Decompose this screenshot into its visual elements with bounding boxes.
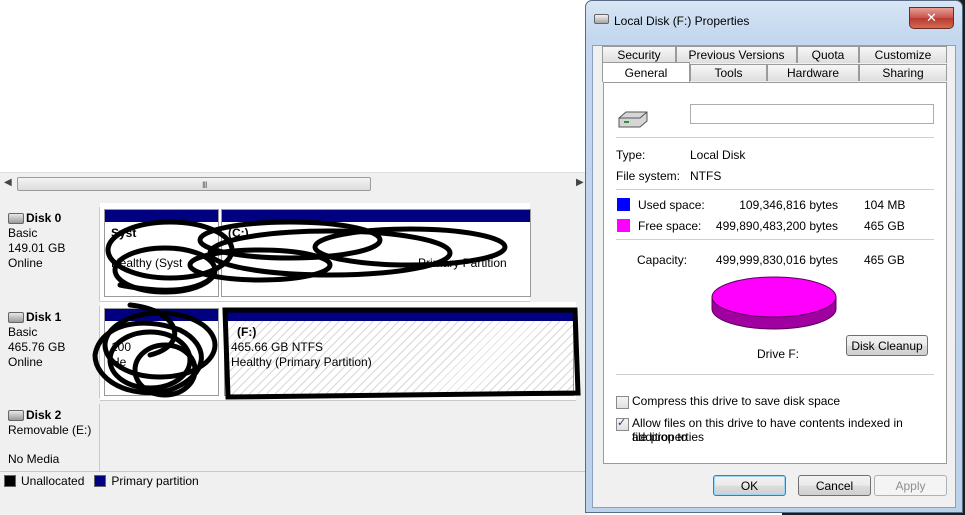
properties-dialog: Local Disk (F:) Properties ✕ Security Pr… <box>585 0 963 513</box>
partition-status: Primary Partition <box>418 256 507 270</box>
used-space-bytes: 109,346,816 bytes <box>739 198 838 212</box>
tab-general[interactable]: General <box>602 62 690 82</box>
legend-bar: Unallocated Primary partition <box>0 471 588 489</box>
partition-title: Syst <box>111 226 137 240</box>
cancel-button[interactable]: Cancel <box>798 475 871 496</box>
disk-name: Disk 2 <box>26 408 62 422</box>
compress-label: Compress this drive to save disk space <box>632 394 841 408</box>
capacity-short: 465 GB <box>864 253 905 267</box>
dialog-client: Security Previous Versions Quota Customi… <box>592 45 956 508</box>
partition-title: (F:) <box>237 325 257 339</box>
free-space-label: Free space: <box>638 219 702 233</box>
separator <box>616 189 934 190</box>
general-panel: Type: Local Disk File system: NTFS Used … <box>603 82 947 464</box>
disk-type: Basic <box>8 325 38 339</box>
file-system-value: NTFS <box>690 169 722 183</box>
volume-label-input[interactable] <box>690 104 934 124</box>
partition-status: Healthy (Syst <box>111 256 183 270</box>
disk-cleanup-button[interactable]: Disk Cleanup <box>846 335 928 356</box>
partition-size: 465.66 GB NTFS <box>231 340 324 354</box>
hard-disk-icon <box>8 312 24 323</box>
partition-title: (C:) <box>228 226 249 240</box>
hard-disk-icon <box>8 213 24 224</box>
file-system-label: File system: <box>616 169 681 183</box>
legend-primary: Primary partition <box>94 473 199 488</box>
tab-previous-versions[interactable]: Previous Versions <box>676 46 797 63</box>
capacity-bytes: 499,999,830,016 bytes <box>715 253 838 267</box>
separator <box>616 374 934 375</box>
tab-sharing[interactable]: Sharing <box>859 64 947 81</box>
partition-system-reserved[interactable]: Syst Healthy (Syst <box>104 209 219 297</box>
type-value: Local Disk <box>690 148 746 162</box>
primary-swatch <box>94 474 107 487</box>
disk-1-partitions: 100 He (F:) 465.66 GB NTFS Healthy (Primary… <box>100 302 576 401</box>
partition-c[interactable]: (C:) Primary Partition <box>221 209 531 297</box>
disk-status: No Media <box>8 452 60 466</box>
scroll-left-arrow-icon[interactable]: ◀ <box>4 177 12 188</box>
free-space-bytes: 499,890,483,200 bytes <box>715 219 838 233</box>
disk-name: Disk 0 <box>26 211 62 225</box>
disk-usage-pie <box>711 276 837 330</box>
disk-2-label[interactable]: Disk 2 Removable (E:) No Media <box>0 404 100 471</box>
used-space-swatch <box>617 198 630 211</box>
partition-size: 100 <box>111 340 132 354</box>
used-space-short: 104 MB <box>864 198 906 212</box>
grip-icon: III <box>202 180 207 190</box>
close-button[interactable]: ✕ <box>909 7 954 29</box>
disk-0-label[interactable]: Disk 0 Basic 149.01 GB Online <box>0 207 100 301</box>
disk-type: Basic <box>8 226 38 240</box>
dialog-title: Local Disk (F:) Properties <box>614 14 750 28</box>
apply-button[interactable]: Apply <box>874 475 947 496</box>
disk-type: Removable (E:) <box>8 423 92 437</box>
tab-hardware[interactable]: Hardware <box>767 64 859 81</box>
index-label-line2: file properties <box>632 430 705 444</box>
free-space-swatch <box>617 219 630 232</box>
removable-disk-icon <box>8 410 24 421</box>
disk-size: 465.76 GB <box>8 340 66 354</box>
separator <box>616 137 934 138</box>
scroll-right-arrow-icon[interactable]: ▶ <box>576 177 584 188</box>
disk-1-label[interactable]: Disk 1 Basic 465.76 GB Online <box>0 306 100 398</box>
tab-quota[interactable]: Quota <box>797 46 859 63</box>
disk-size: 149.01 GB <box>8 241 66 255</box>
drive-label: Drive F: <box>757 347 799 361</box>
disk-status: Online <box>8 256 43 270</box>
legend-label: Unallocated <box>21 473 85 488</box>
disk-0-partitions: Syst Healthy (Syst (C:) Primary Partition <box>100 203 531 302</box>
tab-customize[interactable]: Customize <box>859 46 947 63</box>
type-label: Type: <box>616 148 646 162</box>
title-bar[interactable]: Local Disk (F:) Properties ✕ <box>586 1 962 31</box>
drive-icon <box>618 111 648 128</box>
index-checkbox[interactable] <box>616 416 629 431</box>
horizontal-scrollbar[interactable]: ◀ III ▶ <box>0 172 588 196</box>
status-strip <box>0 489 588 515</box>
partition-system-reserved-2[interactable]: 100 He <box>104 308 219 396</box>
partition-status: Healthy (Primary Partition) <box>231 355 372 369</box>
partition-status: He <box>111 355 127 369</box>
tab-tools[interactable]: Tools <box>690 64 767 81</box>
used-space-label: Used space: <box>638 198 705 212</box>
legend-label: Primary partition <box>111 473 199 488</box>
tab-security[interactable]: Security <box>602 46 676 63</box>
volume-list-area <box>0 0 588 172</box>
legend-unallocated: Unallocated <box>4 474 84 488</box>
partition-f[interactable]: (F:) 465.66 GB NTFS Healthy (Primary Parti… <box>224 308 574 396</box>
disk-status: Online <box>8 355 43 369</box>
drive-icon <box>594 14 609 24</box>
compress-checkbox[interactable] <box>616 396 629 409</box>
ok-button[interactable]: OK <box>713 475 786 496</box>
disk-graphical-view: Disk 0 Basic 149.01 GB Online Syst Health… <box>0 195 588 471</box>
scrollbar-thumb[interactable]: III <box>17 177 371 191</box>
free-space-short: 465 GB <box>864 219 905 233</box>
capacity-label: Capacity: <box>637 253 688 267</box>
disk-name: Disk 1 <box>26 310 62 324</box>
unallocated-swatch <box>4 474 16 487</box>
separator <box>616 239 934 240</box>
